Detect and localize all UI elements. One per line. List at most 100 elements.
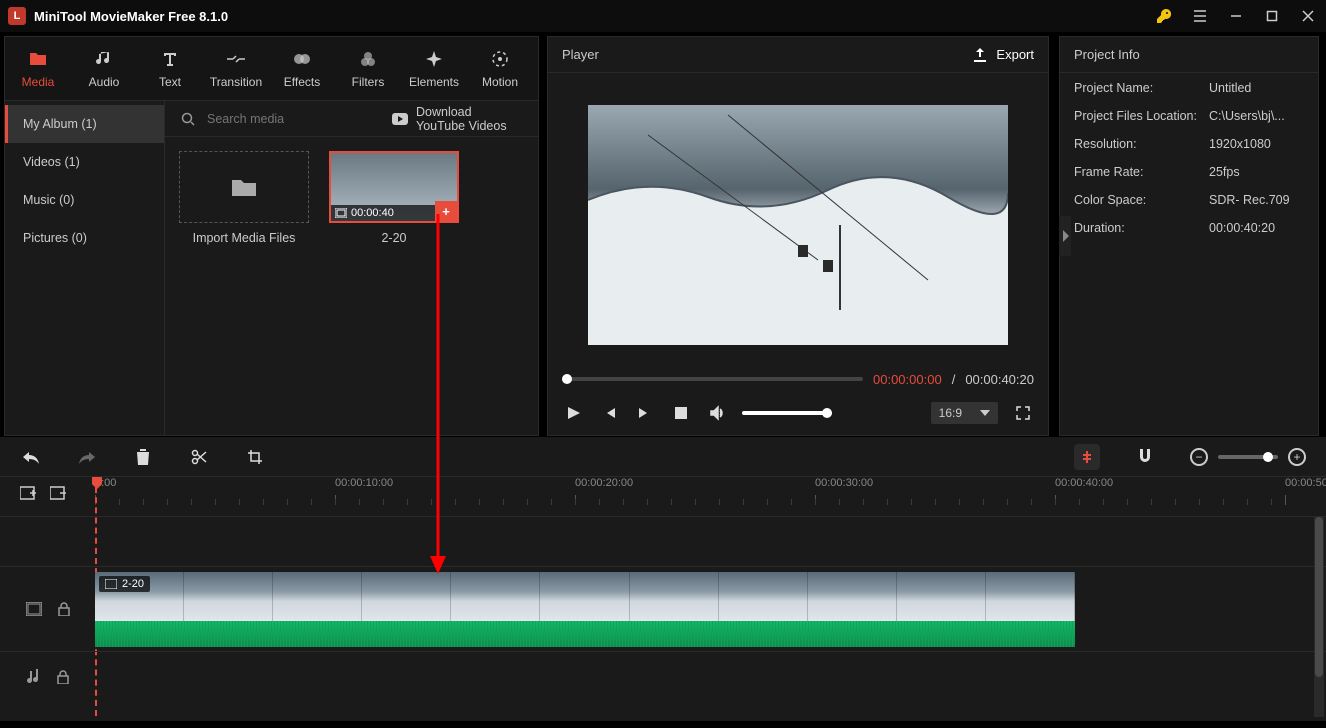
split-button[interactable] bbox=[188, 446, 210, 468]
folder-icon bbox=[230, 176, 258, 198]
player-panel: Player Export bbox=[547, 36, 1049, 436]
tab-label: Text bbox=[159, 75, 181, 89]
prev-frame-button[interactable] bbox=[598, 402, 620, 424]
tab-elements[interactable]: Elements bbox=[401, 37, 467, 101]
download-youtube-label: Download YouTube Videos bbox=[416, 105, 522, 133]
lock-icon[interactable] bbox=[57, 670, 69, 684]
sidebar-item-pictures[interactable]: Pictures (0) bbox=[5, 219, 164, 257]
magnet-button[interactable] bbox=[1134, 446, 1156, 468]
search-icon bbox=[181, 112, 195, 126]
search-input[interactable] bbox=[207, 112, 368, 126]
delete-button[interactable] bbox=[132, 446, 154, 468]
download-youtube-link[interactable]: Download YouTube Videos bbox=[392, 105, 522, 133]
sidebar-item-videos[interactable]: Videos (1) bbox=[5, 143, 164, 181]
close-button[interactable] bbox=[1290, 0, 1326, 32]
timeline-scrollbar[interactable] bbox=[1314, 517, 1324, 717]
import-media-card[interactable]: Import Media Files bbox=[179, 151, 309, 245]
video-track: 2-20 bbox=[0, 567, 1326, 652]
fullscreen-button[interactable] bbox=[1012, 402, 1034, 424]
snap-button[interactable] bbox=[1074, 444, 1100, 470]
lock-icon[interactable] bbox=[58, 602, 70, 616]
timeline-ruler[interactable]: 0:00 00:00:10:00 00:00:20:00 00:00:30:00… bbox=[0, 477, 1326, 517]
media-clip-thumb[interactable]: 00:00:40 + 2-20 bbox=[329, 151, 459, 245]
ruler-tick: 00:00:40:00 bbox=[1055, 477, 1113, 489]
tab-audio[interactable]: Audio bbox=[71, 37, 137, 101]
crop-button[interactable] bbox=[244, 446, 266, 468]
app-title: MiniTool MovieMaker Free 8.1.0 bbox=[34, 9, 228, 24]
export-label: Export bbox=[996, 47, 1034, 62]
proj-colorspace-row: Color Space:SDR- Rec.709 bbox=[1074, 193, 1304, 207]
minimize-button[interactable] bbox=[1218, 0, 1254, 32]
media-sidebar: My Album (1) Videos (1) Music (0) Pictur… bbox=[5, 101, 165, 435]
proj-fps-row: Frame Rate:25fps bbox=[1074, 165, 1304, 179]
tab-label: Audio bbox=[89, 75, 120, 89]
zoom-slider[interactable] bbox=[1218, 455, 1278, 459]
film-icon bbox=[335, 208, 347, 218]
menu-icon[interactable] bbox=[1182, 0, 1218, 32]
audio-track-icon bbox=[27, 669, 41, 685]
tab-label: Transition bbox=[210, 75, 262, 89]
volume-slider[interactable] bbox=[742, 411, 832, 415]
top-tabs: Media Audio Text Transition Effects Filt… bbox=[5, 37, 538, 101]
transition-icon bbox=[226, 49, 246, 69]
timeline-panel: − + 0:00 00:00:10:00 00:00:20:00 00:00:3… bbox=[0, 437, 1326, 721]
play-button[interactable] bbox=[562, 402, 584, 424]
import-media-label: Import Media Files bbox=[193, 231, 296, 245]
ruler-tick: 00:00:30:00 bbox=[815, 477, 873, 489]
text-icon bbox=[160, 49, 180, 69]
youtube-icon bbox=[392, 113, 408, 125]
sidebar-item-music[interactable]: Music (0) bbox=[5, 181, 164, 219]
video-track-icon bbox=[26, 602, 42, 616]
tab-label: Elements bbox=[409, 75, 459, 89]
zoom-out-button[interactable]: − bbox=[1190, 448, 1208, 466]
current-time: 00:00:00:00 bbox=[873, 372, 942, 387]
clip-duration-badge: 00:00:40 bbox=[331, 205, 435, 221]
license-key-icon[interactable] bbox=[1146, 0, 1182, 32]
tab-text[interactable]: Text bbox=[137, 37, 203, 101]
music-note-icon bbox=[94, 49, 114, 69]
total-time: 00:00:40:20 bbox=[965, 372, 1034, 387]
stop-button[interactable] bbox=[670, 402, 692, 424]
ruler-tick: 00:00:10:00 bbox=[335, 477, 393, 489]
collapse-project-info[interactable] bbox=[1059, 216, 1071, 256]
zoom-in-button[interactable]: + bbox=[1288, 448, 1306, 466]
timeline-clip[interactable]: 2-20 bbox=[95, 572, 1075, 647]
undo-button[interactable] bbox=[20, 446, 42, 468]
add-clip-button[interactable]: + bbox=[435, 201, 457, 221]
proj-duration-row: Duration:00:00:40:20 bbox=[1074, 221, 1304, 235]
app-logo: L bbox=[8, 7, 26, 25]
sparkle-icon bbox=[424, 49, 444, 69]
tab-media[interactable]: Media bbox=[5, 37, 71, 101]
tab-effects[interactable]: Effects bbox=[269, 37, 335, 101]
tab-label: Filters bbox=[352, 75, 385, 89]
sidebar-item-myalbum[interactable]: My Album (1) bbox=[5, 105, 164, 143]
tab-label: Media bbox=[22, 75, 55, 89]
film-icon bbox=[105, 579, 117, 589]
aspect-ratio-select[interactable]: 16:9 bbox=[931, 402, 998, 424]
time-sep: / bbox=[952, 372, 956, 387]
ruler-tick: 00:00:50 bbox=[1285, 477, 1326, 489]
tab-label: Motion bbox=[482, 75, 518, 89]
add-track-button[interactable] bbox=[20, 485, 38, 501]
tab-transition[interactable]: Transition bbox=[203, 37, 269, 101]
redo-button[interactable] bbox=[76, 446, 98, 468]
tab-label: Effects bbox=[284, 75, 320, 89]
clip-name: 2-20 bbox=[122, 578, 144, 590]
tab-motion[interactable]: Motion bbox=[467, 37, 533, 101]
chevron-down-icon bbox=[980, 410, 990, 416]
media-panel: Media Audio Text Transition Effects Filt… bbox=[4, 36, 539, 436]
player-title: Player bbox=[562, 47, 599, 62]
filters-icon bbox=[358, 49, 378, 69]
proj-location-row: Project Files Location:C:\Users\bj\... bbox=[1074, 109, 1304, 123]
ruler-tick: 00:00:20:00 bbox=[575, 477, 633, 489]
remove-track-button[interactable] bbox=[50, 485, 68, 501]
clip-label: 2-20 bbox=[381, 231, 406, 245]
maximize-button[interactable] bbox=[1254, 0, 1290, 32]
video-preview[interactable] bbox=[588, 105, 1008, 345]
next-frame-button[interactable] bbox=[634, 402, 656, 424]
tab-filters[interactable]: Filters bbox=[335, 37, 401, 101]
project-info-title: Project Info bbox=[1074, 47, 1140, 62]
volume-button[interactable] bbox=[706, 402, 728, 424]
export-button[interactable]: Export bbox=[972, 47, 1034, 63]
progress-bar[interactable] bbox=[562, 377, 863, 381]
